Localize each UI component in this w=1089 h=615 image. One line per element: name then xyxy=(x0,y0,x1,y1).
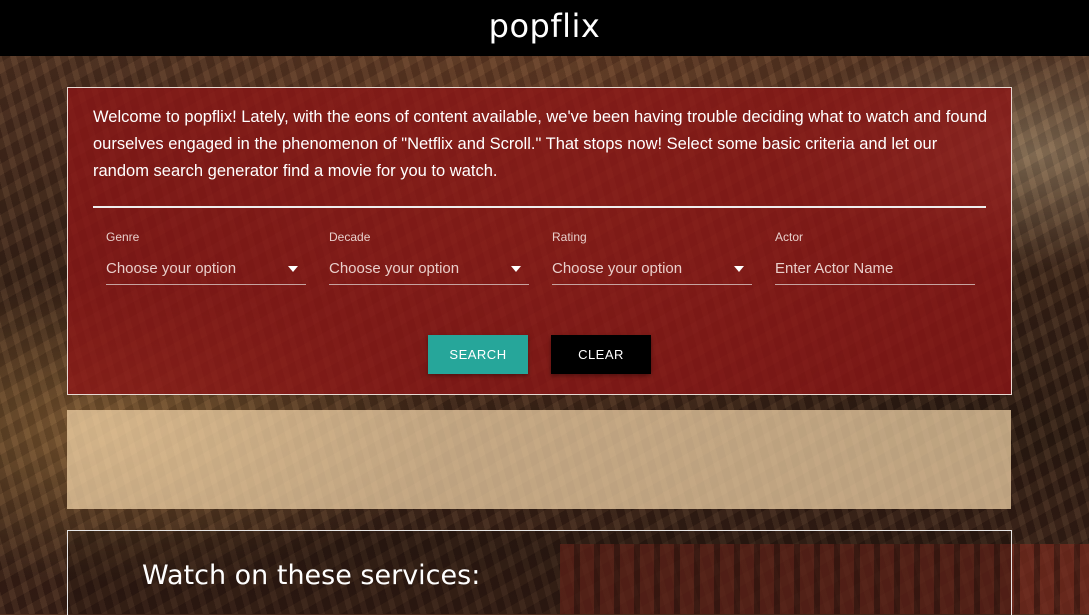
actor-input[interactable]: Enter Actor Name xyxy=(775,256,975,285)
results-panel xyxy=(67,410,1011,509)
decade-field: Decade Choose your option xyxy=(329,230,529,285)
chevron-down-icon xyxy=(511,266,521,272)
actor-label: Actor xyxy=(775,230,804,244)
search-button[interactable]: SEARCH xyxy=(428,335,528,374)
services-title: Watch on these services: xyxy=(142,560,481,591)
genre-label: Genre xyxy=(106,230,140,244)
intro-text: Welcome to popflix! Lately, with the eon… xyxy=(93,108,988,180)
divider xyxy=(93,206,986,208)
clear-button[interactable]: CLEAR xyxy=(551,335,651,374)
rating-select-value: Choose your option xyxy=(552,260,683,277)
decade-select-value: Choose your option xyxy=(329,260,460,277)
search-panel: Welcome to popflix! Lately, with the eon… xyxy=(67,87,1012,395)
decade-label: Decade xyxy=(329,230,371,244)
genre-field: Genre Choose your option xyxy=(106,230,306,285)
chevron-down-icon xyxy=(734,266,744,272)
rating-field: Rating Choose your option xyxy=(552,230,752,285)
genre-select[interactable]: Choose your option xyxy=(106,256,306,285)
genre-select-value: Choose your option xyxy=(106,260,237,277)
decade-select[interactable]: Choose your option xyxy=(329,256,529,285)
rating-label: Rating xyxy=(552,230,587,244)
actor-input-placeholder: Enter Actor Name xyxy=(775,260,894,277)
actor-field: Actor Enter Actor Name xyxy=(775,230,975,285)
chevron-down-icon xyxy=(288,266,298,272)
rating-select[interactable]: Choose your option xyxy=(552,256,752,285)
services-panel: Watch on these services: xyxy=(67,530,1012,615)
top-navbar: popflix xyxy=(0,0,1089,56)
brand-logo[interactable]: popflix xyxy=(489,7,601,45)
